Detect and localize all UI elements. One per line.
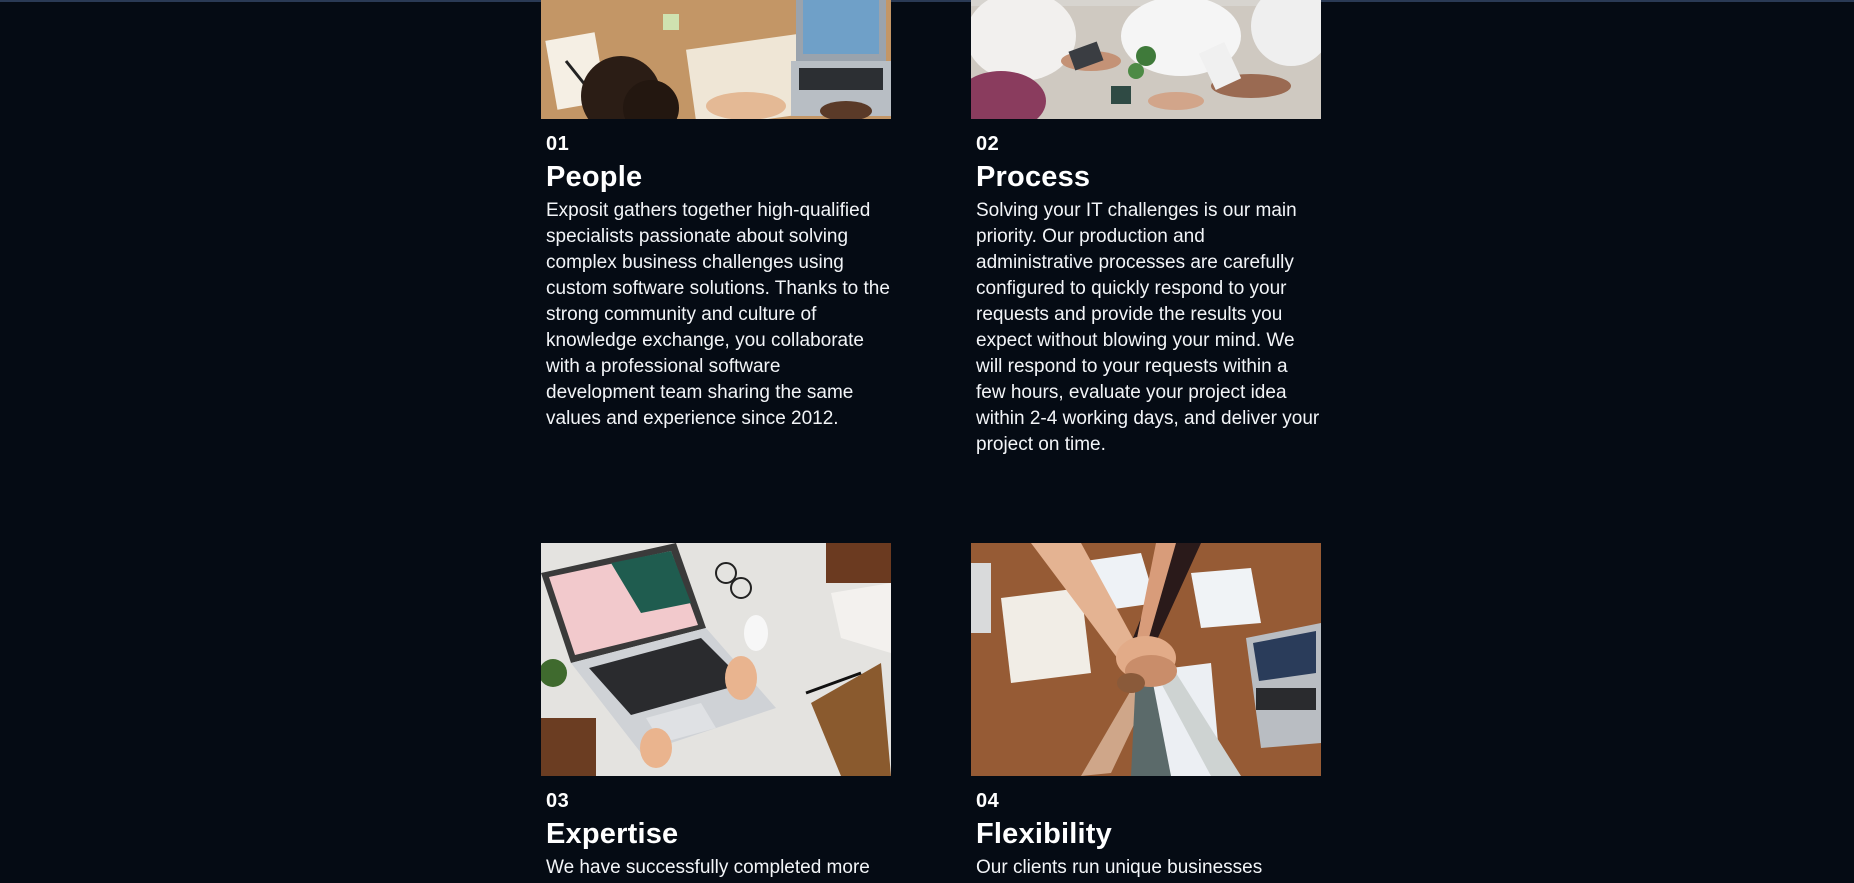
team-meeting-table-photo [971, 0, 1321, 119]
card-number: 04 [976, 790, 1000, 812]
card-number: 03 [546, 790, 570, 812]
card-description: Our clients run unique businesses [976, 857, 1263, 878]
card-title: Process [976, 161, 1091, 193]
card-expertise: 03 Expertise We have successfully comple… [541, 543, 891, 883]
card-title: People [546, 161, 643, 193]
card-description: We have successfully completed more [546, 857, 870, 878]
desk-notebook-laptop-photo [541, 0, 891, 119]
card-flexibility: 04 Flexibility Our clients run unique bu… [971, 543, 1321, 883]
card-number: 01 [546, 133, 570, 155]
card-number: 02 [976, 133, 1000, 155]
card-description: Solving your IT challenges is our main p… [976, 200, 1320, 455]
laptop-marble-desk-photo [541, 543, 891, 776]
card-title: Flexibility [976, 818, 1112, 850]
team-hands-together-photo [971, 543, 1321, 776]
card-people: 01 People Exposit gathers together high-… [541, 0, 891, 456]
card-title: Expertise [546, 818, 679, 850]
top-border [0, 0, 1854, 2]
card-process: 02 Process Solving your IT challenges is… [971, 0, 1321, 456]
card-description: Exposit gathers together high-qualified … [546, 200, 890, 429]
